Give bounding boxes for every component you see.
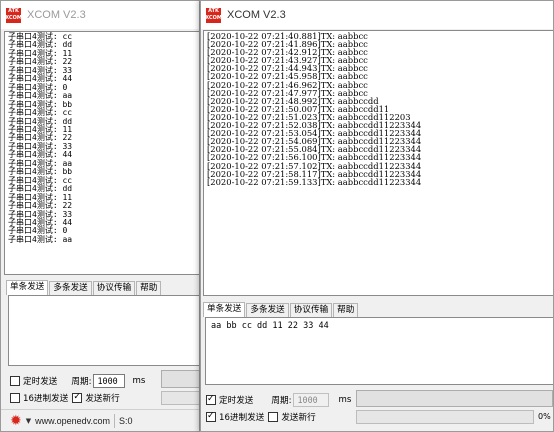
- window-title: XCOM V2.3: [227, 9, 286, 21]
- tab-help[interactable]: 帮助: [136, 281, 162, 295]
- period-unit: ms: [338, 395, 352, 405]
- xcom-window-2: ATK XCOM XCOM V2.3 [2020-10-22 07:21:40.8…: [200, 0, 554, 432]
- newline-checkbox[interactable]: [72, 392, 83, 403]
- tab-multi-send[interactable]: 多条发送: [49, 281, 92, 295]
- hex-send-checkbox[interactable]: [10, 393, 20, 403]
- tab-multi-send[interactable]: 多条发送: [246, 303, 289, 317]
- xcom-window-1: ATK XCOM XCOM V2.3 子串口4测试: cc 子串口4测试: dd 子串…: [0, 0, 200, 432]
- timed-send-label: 定时发送: [23, 377, 58, 387]
- hex-send-row: 16进制发送 发送新行: [10, 392, 120, 404]
- receive-line: 子串口4测试: aa: [8, 234, 73, 244]
- timed-send-row: 定时发送 周期: 1000 ms: [10, 374, 145, 388]
- period-input[interactable]: 1000: [93, 374, 126, 388]
- timed-send-checkbox[interactable]: [206, 394, 216, 405]
- tab-single-send[interactable]: 单条发送: [203, 302, 246, 317]
- tab-protocol[interactable]: 协议传输: [92, 281, 136, 295]
- atk-logo-icon: ATK XCOM: [205, 7, 222, 23]
- send-input[interactable]: aa bb cc dd 11 22 33 44: [205, 317, 553, 385]
- hex-send-label: 16进制发送: [23, 394, 69, 404]
- period-input[interactable]: 1000: [293, 393, 330, 407]
- progress-percent: 0%: [538, 412, 551, 421]
- period-unit: ms: [132, 376, 146, 386]
- tab-protocol[interactable]: 协议传输: [289, 303, 333, 317]
- send-counter: S:0: [119, 415, 133, 426]
- window-title: XCOM V2.3: [27, 9, 86, 21]
- newline-checkbox[interactable]: [268, 412, 279, 422]
- hex-send-row: 16进制发送 发送新行: [206, 411, 316, 423]
- send-button[interactable]: [356, 390, 553, 407]
- newline-label: 发送新行: [85, 394, 120, 404]
- send-input[interactable]: [8, 295, 199, 366]
- website-link[interactable]: www.openedv.com: [35, 416, 110, 426]
- caret-down-icon[interactable]: ▼: [26, 417, 31, 425]
- tab-single-send[interactable]: 单条发送: [6, 280, 49, 295]
- send-progress-partial: [161, 391, 199, 405]
- timed-send-label: 定时发送: [219, 396, 254, 406]
- newline-label: 发送新行: [281, 413, 316, 423]
- period-label: 周期:: [71, 377, 92, 387]
- tab-help[interactable]: 帮助: [333, 303, 359, 317]
- timed-send-checkbox[interactable]: [10, 376, 20, 386]
- receive-area[interactable]: [2020-10-22 07:21:40.881]TX: aabbcc [2020…: [203, 30, 553, 296]
- send-progress-bar: [356, 410, 534, 424]
- title-bar: ATK XCOM XCOM V2.3: [1, 1, 199, 29]
- receive-line: [2020-10-22 07:21:59.133]TX: aabbccdd112…: [207, 176, 422, 187]
- hex-send-checkbox[interactable]: [206, 411, 216, 422]
- send-tabs: 单条发送 多条发送 协议传输 帮助: [203, 301, 359, 317]
- gear-icon[interactable]: ✹: [10, 413, 22, 429]
- send-button-partial[interactable]: [161, 370, 199, 388]
- title-bar: ATK XCOM XCOM V2.3: [201, 1, 553, 29]
- atk-logo-icon: ATK XCOM: [5, 7, 22, 23]
- timed-send-row: 定时发送 周期: 1000 ms: [206, 393, 351, 407]
- status-separator: [114, 413, 115, 428]
- hex-send-label: 16进制发送: [219, 413, 265, 423]
- send-tabs: 单条发送 多条发送 协议传输 帮助: [6, 280, 162, 295]
- status-bar: ✹ ▼ www.openedv.com S:0: [1, 409, 199, 431]
- receive-area[interactable]: 子串口4测试: cc 子串口4测试: dd 子串口4测试: 11 子串口4测试: 22…: [4, 31, 199, 275]
- period-label: 周期:: [271, 396, 292, 406]
